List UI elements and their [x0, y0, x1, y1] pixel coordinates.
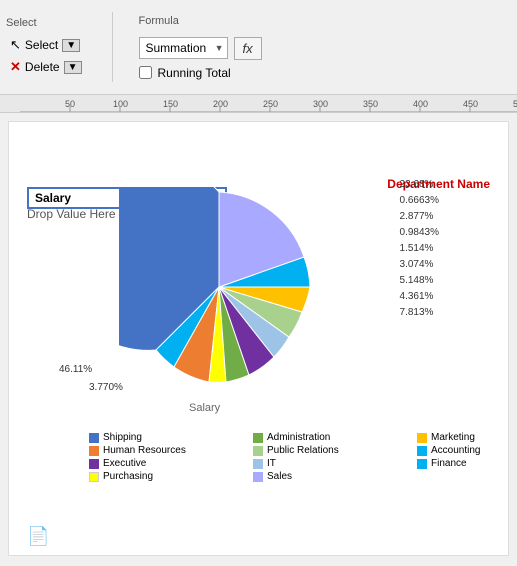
pct-label-1: 23.68%: [400, 177, 439, 193]
cursor-icon: ↖: [10, 37, 21, 53]
legend-color-marketing: [417, 433, 427, 443]
legend-color-finance: [417, 459, 427, 469]
pct-label-6: 3.074%: [400, 257, 439, 273]
running-total-row: Running Total: [139, 66, 262, 80]
ruler-marks: 50 100 150 200 250 300 350 400 450 500: [0, 95, 517, 112]
salary-axis-label: Salary: [189, 402, 220, 414]
legend-label-purchasing: Purchasing: [103, 471, 153, 482]
pct-label-4: 0.9843%: [400, 225, 439, 241]
delete-icon: ✕: [10, 59, 21, 75]
legend-label-administration: Administration: [267, 432, 330, 443]
legend-color-pr: [253, 446, 263, 456]
legend-item-shipping: Shipping: [89, 432, 249, 443]
legend-label-executive: Executive: [103, 458, 146, 469]
legend-item-it: IT: [253, 458, 413, 469]
pct-label-8: 4.361%: [400, 289, 439, 305]
running-total-label: Running Total: [158, 66, 231, 80]
svg-text:450: 450: [463, 99, 478, 109]
svg-text:500: 500: [513, 99, 517, 109]
right-labels: 23.68% 0.6663% 2.877% 0.9843% 1.514% 3.0…: [400, 177, 439, 321]
legend-item-finance: Finance: [417, 458, 509, 469]
legend-item-sales: Sales: [253, 471, 413, 482]
legend-label-shipping: Shipping: [103, 432, 142, 443]
delete-dropdown-arrow[interactable]: ▼: [64, 61, 82, 74]
svg-text:150: 150: [163, 99, 178, 109]
legend-area: Shipping Administration Marketing Human …: [89, 432, 509, 482]
pct-label-5: 1.514%: [400, 241, 439, 257]
toolbar: Select ↖ Select ▼ ✕ Delete ▼ Formula Sum…: [0, 0, 517, 95]
legend-label-marketing: Marketing: [431, 432, 475, 443]
svg-text:200: 200: [213, 99, 228, 109]
legend-label-finance: Finance: [431, 458, 467, 469]
legend-color-hr: [89, 446, 99, 456]
legend-label-it: IT: [267, 458, 276, 469]
svg-text:250: 250: [263, 99, 278, 109]
formula-select-wrapper[interactable]: Summation: [139, 37, 228, 59]
legend-label-hr: Human Resources: [103, 445, 186, 456]
svg-text:400: 400: [413, 99, 428, 109]
legend-item-hr: Human Resources: [89, 445, 249, 456]
legend-color-shipping: [89, 433, 99, 443]
legend-label-pr: Public Relations: [267, 445, 339, 456]
legend-color-administration: [253, 433, 263, 443]
fx-button[interactable]: fx: [234, 37, 262, 60]
pct-label-7: 5.148%: [400, 273, 439, 289]
legend-item-pr: Public Relations: [253, 445, 413, 456]
legend-color-purchasing: [89, 472, 99, 482]
left-labels: 46.11%: [59, 362, 92, 378]
legend-item-executive: Executive: [89, 458, 249, 469]
chart-area: 23.68% 0.6663% 2.877% 0.9843% 1.514% 3.0…: [59, 167, 439, 487]
pct-label-left-1: 46.11%: [59, 362, 92, 378]
svg-text:100: 100: [113, 99, 128, 109]
ruler: 50 100 150 200 250 300 350 400 450 500: [0, 95, 517, 113]
svg-text:300: 300: [313, 99, 328, 109]
pct-label-3: 2.877%: [400, 209, 439, 225]
formula-row: Summation fx: [139, 37, 262, 60]
legend-item-administration: Administration: [253, 432, 413, 443]
legend-label-accounting: Accounting: [431, 445, 480, 456]
legend-color-accounting: [417, 446, 427, 456]
legend-color-sales: [253, 472, 263, 482]
pct-label-2: 0.6663%: [400, 193, 439, 209]
page-icon: 📄: [27, 526, 49, 547]
formula-section: Formula Summation fx Running Total: [139, 15, 262, 80]
legend-label-sales: Sales: [267, 471, 292, 482]
pct-label-bottom: 3.770%: [89, 382, 123, 393]
legend-item-marketing: Marketing: [417, 432, 509, 443]
legend-item-purchasing: Purchasing: [89, 471, 249, 482]
select-label: Select: [6, 17, 86, 29]
delete-button[interactable]: ✕ Delete ▼: [6, 57, 86, 77]
select-dropdown-arrow[interactable]: ▼: [62, 39, 80, 52]
formula-label: Formula: [139, 15, 262, 27]
pie-chart-svg: [119, 187, 319, 387]
running-total-checkbox[interactable]: [139, 66, 152, 79]
select-section: Select ↖ Select ▼ ✕ Delete ▼: [6, 17, 86, 77]
pie-chart-container: [119, 187, 319, 387]
legend-item-accounting: Accounting: [417, 445, 509, 456]
main-canvas: Salary Drop Value Here ↰ Department Name…: [8, 121, 509, 556]
legend-color-executive: [89, 459, 99, 469]
select-button[interactable]: ↖ Select ▼: [6, 35, 86, 55]
formula-select[interactable]: Summation: [139, 37, 228, 59]
legend-color-it: [253, 459, 263, 469]
svg-text:350: 350: [363, 99, 378, 109]
pct-label-9: 7.813%: [400, 305, 439, 321]
toolbar-divider: [112, 12, 113, 82]
